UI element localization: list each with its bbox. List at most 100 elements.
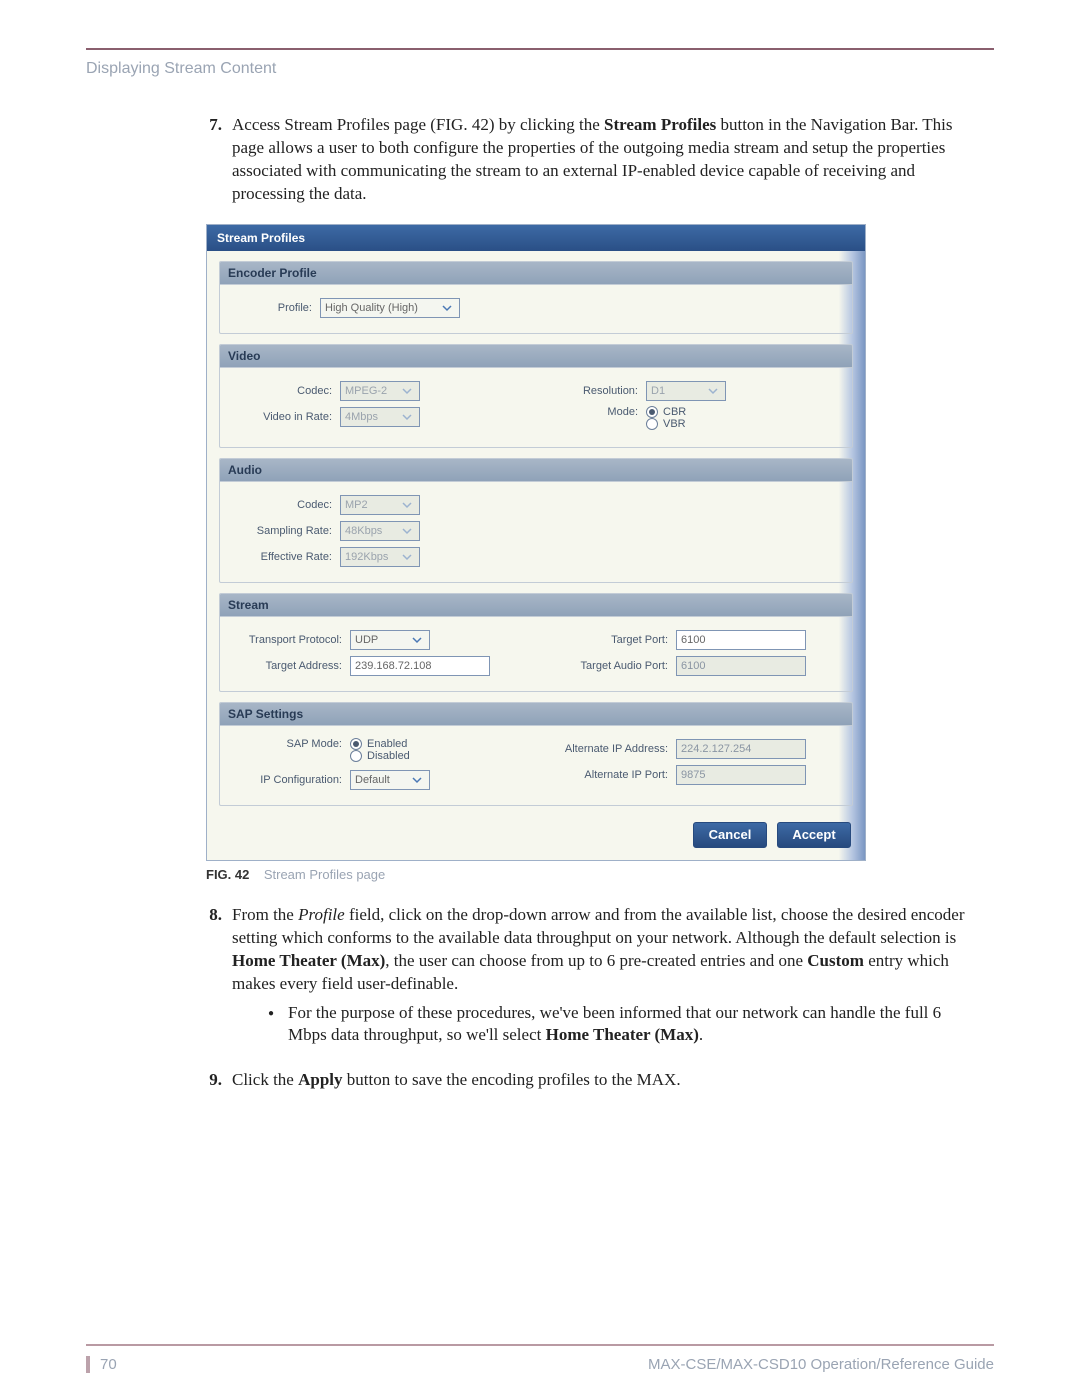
chevron-down-icon (399, 383, 415, 399)
section-title: Encoder Profile (220, 262, 852, 285)
text: Click the (232, 1070, 298, 1089)
step-text: Click the Apply button to save the encod… (232, 1069, 976, 1092)
figure-caption: FIG. 42 Stream Profiles page (206, 867, 994, 882)
video-codec-select[interactable]: MPEG-2 (340, 381, 420, 401)
text: , the user can choose from up to 6 pre-c… (385, 951, 807, 970)
step-number: 9. (196, 1069, 222, 1092)
effective-rate-label: Effective Rate: (230, 551, 340, 563)
stream-profiles-panel: Stream Profiles Encoder Profile Profile:… (206, 224, 866, 861)
target-port-label: Target Port: (536, 634, 676, 646)
mode-vbr-radio[interactable]: VBR (646, 418, 686, 430)
encoder-profile-section: Encoder Profile Profile: High Quality (H… (219, 261, 853, 334)
audio-codec-label: Codec: (230, 499, 340, 511)
radio-label: VBR (663, 418, 686, 430)
chevron-down-icon (399, 409, 415, 425)
chevron-down-icon (399, 497, 415, 513)
step-number: 7. (196, 114, 222, 206)
video-rate-select[interactable]: 4Mbps (340, 407, 420, 427)
sap-mode-label: SAP Mode: (230, 738, 350, 750)
sap-section: SAP Settings SAP Mode: Enabled Disabled (219, 702, 853, 806)
alt-ip-label: Alternate IP Address: (536, 743, 676, 755)
header-rule (86, 48, 994, 50)
text-bold: Apply (298, 1070, 342, 1089)
section-title: Audio (220, 459, 852, 482)
step-8: 8. From the Profile field, click on the … (196, 904, 976, 1056)
select-value: 48Kbps (345, 525, 382, 537)
select-value: High Quality (High) (325, 302, 418, 314)
text-bold: Home Theater (Max) (546, 1025, 699, 1044)
select-value: 192Kbps (345, 551, 388, 563)
cancel-button[interactable]: Cancel (693, 822, 767, 848)
radio-label: Disabled (367, 750, 410, 762)
text: Access Stream Profiles page (FIG. 42) by… (232, 115, 604, 134)
panel-title: Stream Profiles (207, 225, 865, 251)
chevron-down-icon (399, 549, 415, 565)
target-audio-port-input[interactable]: 6100 (676, 656, 806, 676)
mode-label: Mode: (536, 406, 646, 418)
text: button to save the encoding profiles to … (343, 1070, 681, 1089)
text-italic: Profile (298, 905, 345, 924)
resolution-select[interactable]: D1 (646, 381, 726, 401)
profile-select[interactable]: High Quality (High) (320, 298, 460, 318)
bullet-item: For the purpose of these procedures, we'… (268, 1002, 976, 1048)
select-value: UDP (355, 634, 378, 646)
alt-port-input[interactable]: 9875 (676, 765, 806, 785)
section-title: Stream (220, 594, 852, 617)
stream-section: Stream Transport Protocol: UDP (219, 593, 853, 692)
select-value: D1 (651, 385, 665, 397)
target-audio-port-label: Target Audio Port: (536, 660, 676, 672)
ip-config-select[interactable]: Default (350, 770, 430, 790)
bullet-text: For the purpose of these procedures, we'… (288, 1002, 976, 1048)
select-value: MP2 (345, 499, 368, 511)
transport-protocol-label: Transport Protocol: (230, 634, 350, 646)
step-number: 8. (196, 904, 222, 1056)
step-text: From the Profile field, click on the dro… (232, 904, 976, 1056)
figure-label: FIG. 42 (206, 867, 249, 882)
radio-label: CBR (663, 406, 686, 418)
radio-label: Enabled (367, 738, 407, 750)
ip-config-label: IP Configuration: (230, 774, 350, 786)
footer-rule (86, 1344, 994, 1346)
step-7: 7. Access Stream Profiles page (FIG. 42)… (196, 114, 976, 206)
mode-cbr-radio[interactable]: CBR (646, 406, 686, 418)
audio-section: Audio Codec: MP2 Sampling Rate: 48Kbps (219, 458, 853, 583)
footer-guide: MAX-CSE/MAX-CSD10 Operation/Reference Gu… (648, 1356, 994, 1373)
chevron-down-icon (399, 523, 415, 539)
text-bold: Stream Profiles (604, 115, 716, 134)
sap-disabled-radio[interactable]: Disabled (350, 750, 410, 762)
sampling-rate-label: Sampling Rate: (230, 525, 340, 537)
figure-caption-text: Stream Profiles page (264, 867, 385, 882)
select-value: MPEG-2 (345, 385, 387, 397)
profile-label: Profile: (230, 302, 320, 314)
transport-protocol-select[interactable]: UDP (350, 630, 430, 650)
text: . (699, 1025, 703, 1044)
text-bold: Custom (807, 951, 864, 970)
chevron-down-icon (409, 632, 425, 648)
select-value: Default (355, 774, 390, 786)
text: From the (232, 905, 298, 924)
target-address-input[interactable]: 239.168.72.108 (350, 656, 490, 676)
accept-button[interactable]: Accept (777, 822, 851, 848)
target-port-input[interactable]: 6100 (676, 630, 806, 650)
alt-port-label: Alternate IP Port: (536, 769, 676, 781)
video-rate-label: Video in Rate: (230, 411, 340, 423)
text-bold: Home Theater (Max) (232, 951, 385, 970)
effective-rate-select[interactable]: 192Kbps (340, 547, 420, 567)
chevron-down-icon (439, 300, 455, 316)
step-9: 9. Click the Apply button to save the en… (196, 1069, 976, 1092)
chevron-down-icon (409, 772, 425, 788)
alt-ip-input[interactable]: 224.2.127.254 (676, 739, 806, 759)
video-section: Video Codec: MPEG-2 (219, 344, 853, 448)
sap-enabled-radio[interactable]: Enabled (350, 738, 407, 750)
section-header: Displaying Stream Content (86, 60, 994, 78)
sampling-rate-select[interactable]: 48Kbps (340, 521, 420, 541)
resolution-label: Resolution: (536, 385, 646, 397)
audio-codec-select[interactable]: MP2 (340, 495, 420, 515)
chevron-down-icon (705, 383, 721, 399)
video-codec-label: Codec: (230, 385, 340, 397)
page-number: 70 (86, 1356, 117, 1373)
target-address-label: Target Address: (230, 660, 350, 672)
step-text: Access Stream Profiles page (FIG. 42) by… (232, 114, 976, 206)
select-value: 4Mbps (345, 411, 378, 423)
section-title: SAP Settings (220, 703, 852, 726)
